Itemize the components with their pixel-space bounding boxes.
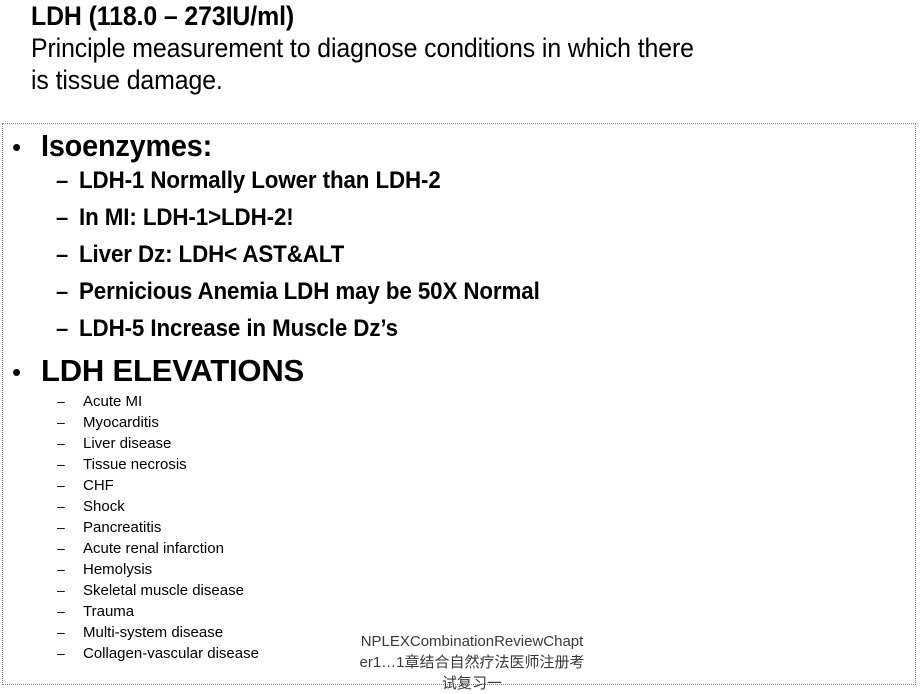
list-item: – CHF	[57, 477, 114, 494]
dash-bullet-icon: –	[57, 519, 65, 535]
dash-bullet-icon: –	[56, 205, 69, 230]
list-item: – Acute renal infarction	[57, 540, 224, 557]
list-item-label: Multi-system disease	[83, 624, 224, 641]
dash-bullet-icon: –	[57, 561, 65, 577]
slide-title-heading: LDH (118.0 – 273IU/ml)	[31, 1, 295, 31]
list-item: – Hemolysis	[57, 561, 152, 578]
dash-bullet-icon: –	[57, 540, 65, 556]
list-item: – Shock	[57, 498, 125, 515]
dash-bullet-icon: –	[57, 393, 65, 409]
list-item: – Tissue necrosis	[57, 456, 187, 473]
list-item-label: CHF	[83, 477, 114, 494]
sub-bullet-isoenzymes-4: – Pernicious Anemia LDH may be 50X Norma…	[56, 278, 574, 305]
watermark-line-3: 试复习一	[441, 675, 502, 692]
watermark-line-2: er1…1章结合自然疗法医师注册考	[359, 654, 585, 671]
list-item-label: Acute MI	[83, 393, 143, 410]
list-item-label: Trauma	[83, 603, 135, 620]
dash-bullet-icon: –	[56, 168, 69, 193]
bullet-dot-icon: •	[12, 132, 22, 162]
slide: LDH (118.0 – 273IU/ml) Principle measure…	[0, 0, 920, 692]
dash-bullet-icon: –	[57, 414, 65, 430]
list-item: – Liver disease	[57, 435, 171, 452]
bullet-isoenzymes: • Isoenzymes:	[12, 129, 225, 163]
sub-bullet-label: In MI: LDH-1>LDH-2!	[79, 204, 294, 231]
dash-bullet-icon: –	[57, 498, 65, 514]
bullet-isoenzymes-label: Isoenzymes:	[41, 128, 213, 163]
watermark-line-1: NPLEXCombinationReviewChapt	[360, 633, 584, 650]
list-item: – Collagen-vascular disease	[57, 645, 259, 662]
bullet-ldh-elevations: • LDH ELEVATIONS	[12, 354, 304, 388]
dash-bullet-icon: –	[56, 242, 69, 267]
sub-bullet-label: LDH-1 Normally Lower than LDH-2	[79, 167, 441, 194]
list-item-label: Myocarditis	[83, 414, 159, 431]
list-item-label: Shock	[83, 498, 125, 515]
dash-bullet-icon: –	[57, 456, 65, 472]
dash-bullet-icon: –	[57, 477, 65, 493]
dash-bullet-icon: –	[57, 645, 65, 661]
dash-bullet-icon: –	[57, 435, 65, 451]
sub-bullet-label: LDH-5 Increase in Muscle Dz’s	[79, 315, 398, 342]
list-item: – Skeletal muscle disease	[57, 582, 244, 599]
dash-bullet-icon: –	[57, 603, 65, 619]
bullet-dot-icon: •	[12, 357, 22, 387]
dash-bullet-icon: –	[56, 279, 69, 304]
dash-bullet-icon: –	[57, 624, 65, 640]
list-item: – Trauma	[57, 603, 134, 620]
list-item-label: Hemolysis	[83, 561, 153, 578]
list-item-label: Collagen-vascular disease	[83, 645, 259, 662]
dash-bullet-icon: –	[57, 582, 65, 598]
list-item: – Acute MI	[57, 393, 142, 410]
dash-bullet-icon: –	[56, 316, 69, 341]
list-item-label: Pancreatitis	[83, 519, 162, 536]
slide-title-subline-1: Principle measurement to diagnose condit…	[31, 33, 694, 63]
list-item: – Multi-system disease	[57, 624, 223, 641]
list-item: – Myocarditis	[57, 414, 159, 431]
slide-title-block: LDH (118.0 – 273IU/ml) Principle measure…	[31, 0, 901, 96]
sub-bullet-label: Liver Dz: LDH< AST&ALT	[79, 241, 345, 268]
watermark: NPLEXCombinationReviewChapt er1…1章结合自然疗法…	[322, 631, 622, 694]
list-item-label: Skeletal muscle disease	[83, 582, 244, 599]
sub-bullet-isoenzymes-1: – LDH-1 Normally Lower than LDH-2	[56, 167, 468, 194]
list-item-label: Acute renal infarction	[83, 540, 224, 557]
sub-bullet-isoenzymes-5: – LDH-5 Increase in Muscle Dz’s	[56, 315, 422, 342]
list-item-label: Liver disease	[83, 435, 172, 452]
list-item-label: Tissue necrosis	[83, 456, 187, 473]
slide-title-subline-2: is tissue damage.	[31, 65, 223, 95]
sub-bullet-label: Pernicious Anemia LDH may be 50X Normal	[79, 278, 540, 305]
content-placeholder-box: • Isoenzymes: – LDH-1 Normally Lower tha…	[2, 123, 916, 685]
sub-bullet-isoenzymes-3: – Liver Dz: LDH< AST&ALT	[56, 241, 364, 268]
list-item: – Pancreatitis	[57, 519, 161, 536]
bullet-ldh-elevations-label: LDH ELEVATIONS	[41, 353, 305, 388]
sub-bullet-isoenzymes-2: – In MI: LDH-1>LDH-2!	[56, 204, 310, 231]
